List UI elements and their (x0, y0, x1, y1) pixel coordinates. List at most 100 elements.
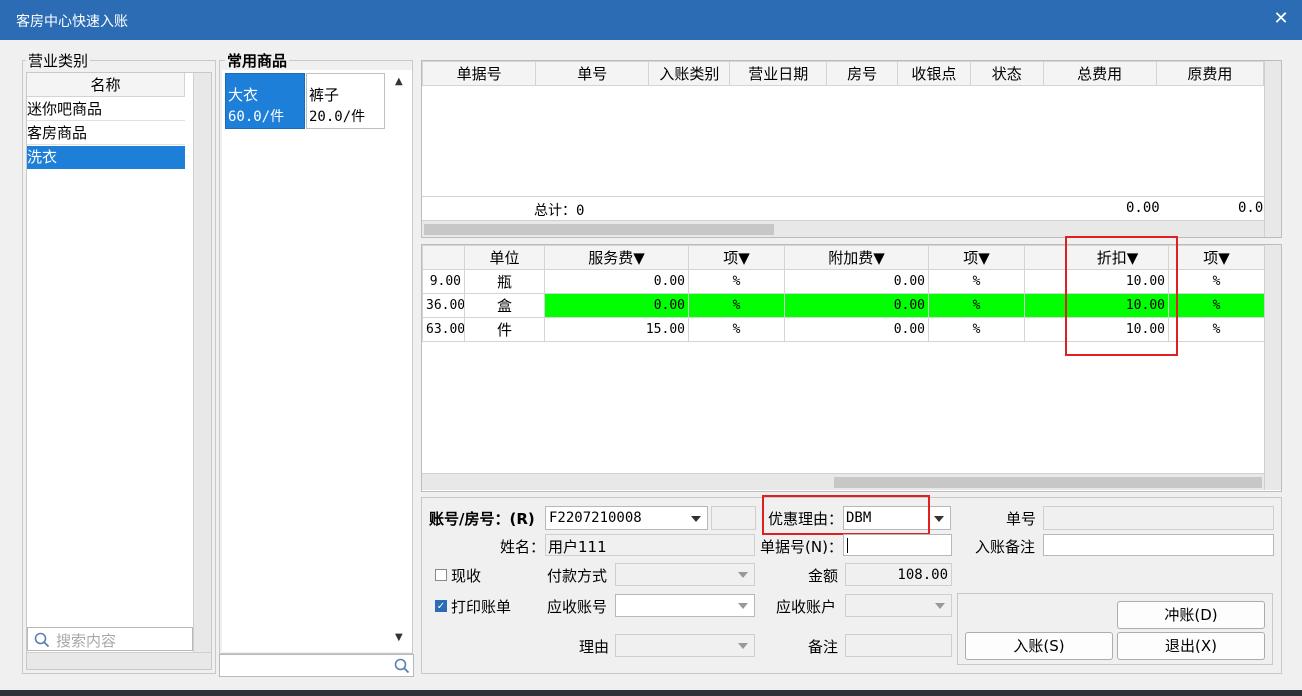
col-header[interactable]: 附加费▼ (784, 245, 929, 270)
post-button[interactable]: 入账(S) (965, 632, 1113, 660)
service-item-cell[interactable]: % (688, 293, 785, 318)
category-item-laundry[interactable]: 洗衣 (27, 146, 185, 169)
chevron-down-icon[interactable] (691, 516, 701, 522)
exit-button[interactable]: 退出(X) (1117, 632, 1265, 660)
extra-fee-cell[interactable]: 0.00 (784, 293, 929, 318)
extra-fee-cell[interactable]: 0.00 (784, 269, 929, 294)
blank-cell (1024, 269, 1067, 294)
window-title: 客房中心快速入账 (16, 14, 128, 30)
discount-item-cell[interactable]: % (1168, 269, 1265, 294)
col-header[interactable]: 单号 (535, 61, 650, 86)
col-header[interactable]: 营业日期 (729, 61, 828, 86)
category-search-input[interactable]: 搜索内容 (27, 627, 193, 651)
col-header[interactable]: 状态 (969, 61, 1044, 86)
col-header[interactable]: 收银点 (897, 61, 971, 86)
text-caret (847, 538, 848, 553)
reason-label: 理由 (579, 638, 610, 656)
service-item-cell[interactable]: % (688, 317, 785, 342)
col-header[interactable] (422, 245, 465, 270)
col-header[interactable]: 服务费▼ (544, 245, 689, 270)
category-search-placeholder: 搜索内容 (56, 632, 117, 650)
item-hscroll[interactable] (422, 473, 1264, 490)
bill-no-label: 单号 (1006, 510, 1037, 528)
bill-hscroll-thumb[interactable] (424, 224, 774, 235)
pay-method-label: 付款方式 (547, 567, 608, 585)
category-column-header[interactable]: 名称 (27, 73, 185, 97)
cash-checkbox[interactable] (435, 569, 447, 581)
extra-item-cell[interactable]: % (928, 293, 1025, 318)
service-fee-cell[interactable]: 15.00 (544, 317, 689, 342)
search-icon (34, 632, 50, 648)
category-scrollbar[interactable] (193, 73, 211, 669)
discount-item-cell[interactable]: % (1168, 317, 1265, 342)
goods-panel (222, 70, 412, 652)
col-header[interactable]: 原费用 (1155, 61, 1265, 86)
discount-item-cell[interactable]: % (1168, 293, 1265, 318)
account-label: 账号/房号：(R) (429, 510, 535, 528)
blank-cell (1024, 317, 1067, 342)
col-header[interactable] (1024, 245, 1067, 270)
account-extra-field (711, 506, 756, 530)
receivable-acct-select[interactable] (615, 594, 755, 617)
goods-search-input[interactable] (219, 654, 414, 677)
item-vscroll[interactable] (1264, 245, 1281, 490)
account-value: F2207210008 (549, 510, 642, 526)
col-header[interactable]: 项▼ (1168, 245, 1265, 270)
col-header[interactable]: 入账类别 (648, 61, 731, 86)
unit-cell[interactable]: 盒 (464, 293, 545, 318)
extra-item-cell[interactable]: % (928, 317, 1025, 342)
price-cell[interactable]: 63.00 (422, 317, 465, 342)
service-fee-cell[interactable]: 0.00 (544, 293, 689, 318)
bottom-border (0, 690, 1302, 696)
item-hscroll-thumb[interactable] (834, 477, 1262, 488)
unit-cell[interactable]: 件 (464, 317, 545, 342)
print-checkbox[interactable]: ✓ (435, 600, 447, 612)
goods-tile-name: 大衣 (228, 86, 259, 104)
name-label: 姓名： (500, 538, 546, 556)
name-field: 用户111 (545, 534, 755, 556)
bill-table: 单据号 单号 入账类别 营业日期 房号 收银点 状态 总费用 原费用 (421, 61, 1265, 86)
extra-fee-cell[interactable]: 0.00 (784, 317, 929, 342)
chevron-down-icon[interactable] (738, 603, 748, 609)
chevron-down-icon (738, 572, 748, 578)
col-header[interactable]: 项▼ (928, 245, 1025, 270)
chevron-down-icon[interactable] (934, 516, 944, 522)
discount-reason-annotation-box (762, 495, 930, 535)
category-hscroll[interactable] (27, 652, 211, 669)
entry-note-input[interactable] (1043, 534, 1274, 556)
unit-cell[interactable]: 瓶 (464, 269, 545, 294)
bill-vscroll[interactable] (1264, 61, 1281, 237)
amount-value: 108.00 (897, 567, 948, 583)
receivable-acct-label: 应收账号 (547, 598, 608, 616)
col-header[interactable]: 房号 (826, 61, 899, 86)
goods-scroll-up-icon[interactable]: ▲ (395, 76, 407, 88)
price-cell[interactable]: 9.00 (422, 269, 465, 294)
service-fee-cell[interactable]: 0.00 (544, 269, 689, 294)
bill-total-label: 总计：0 (534, 203, 585, 219)
title-bar (0, 0, 1302, 40)
blank-cell (1024, 293, 1067, 318)
goods-tile-name: 裤子 (309, 86, 340, 104)
goods-scroll-down-icon[interactable]: ▼ (395, 632, 407, 644)
remark-label: 备注 (808, 638, 839, 656)
extra-item-cell[interactable]: % (928, 269, 1025, 294)
doc-no-input[interactable] (843, 534, 952, 556)
category-item-minibar[interactable]: 迷你吧商品 (27, 98, 185, 121)
close-icon[interactable]: ✕ (1268, 6, 1294, 32)
reverse-button[interactable]: 冲账(D) (1117, 601, 1265, 629)
col-header[interactable]: 总费用 (1042, 61, 1157, 86)
col-header[interactable]: 项▼ (688, 245, 785, 270)
bill-original-fee: 0.00 (1238, 200, 1264, 216)
service-item-cell[interactable]: % (688, 269, 785, 294)
goods-tile-coat[interactable]: 大衣 60.0/件 (225, 73, 305, 129)
category-item-room-goods[interactable]: 客房商品 (27, 122, 185, 145)
bill-hscroll[interactable] (422, 220, 1264, 237)
receivable-user-label: 应收账户 (776, 598, 837, 616)
print-label: 打印账单 (451, 598, 512, 616)
goods-tile-pants[interactable]: 裤子 20.0/件 (306, 73, 385, 129)
doc-no-label: 单据号(N)： (760, 538, 843, 556)
col-header[interactable]: 单据号 (421, 61, 537, 86)
price-cell[interactable]: 36.00 (422, 293, 465, 318)
account-select[interactable]: F2207210008 (545, 506, 708, 530)
col-header[interactable]: 单位 (464, 245, 545, 270)
